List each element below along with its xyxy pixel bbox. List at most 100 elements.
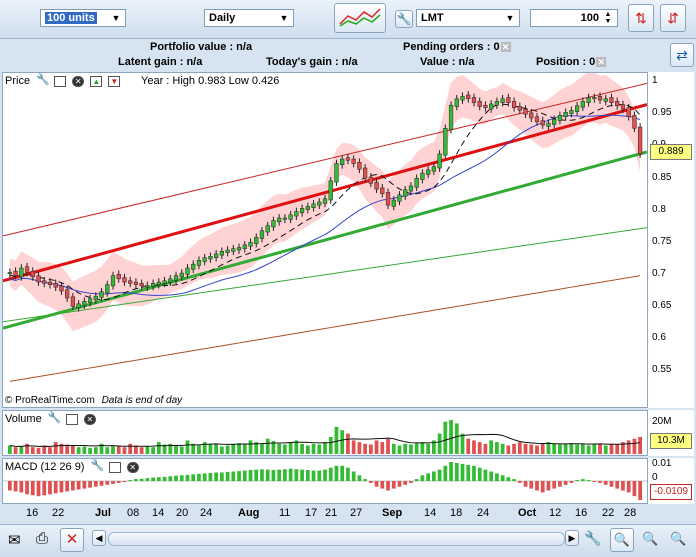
- volume-bar: [283, 444, 287, 454]
- volume-bar: [368, 444, 373, 454]
- spinner-icon: ▲ ▼: [604, 11, 612, 25]
- macd-histogram-bar: [506, 477, 511, 481]
- candlestick-chart-icon: [339, 8, 381, 27]
- volume-bar: [454, 423, 459, 454]
- candle-body: [597, 95, 603, 101]
- symbol-select[interactable]: LMT ▼: [416, 9, 520, 27]
- candle-body: [202, 257, 207, 262]
- todays-gain: Today's gain : n/a: [266, 56, 358, 68]
- candle-body: [586, 97, 591, 103]
- cursor-off-icon[interactable]: ✕: [60, 528, 84, 552]
- print-icon[interactable]: ⎙: [36, 530, 48, 547]
- macd-histogram-bar: [363, 479, 367, 481]
- zoom-fit-icon[interactable]: 🔍: [610, 528, 634, 552]
- macd-histogram-bar: [76, 481, 81, 490]
- volume-bar: [265, 438, 270, 454]
- candle-body: [557, 115, 563, 121]
- candle-body: [24, 266, 30, 273]
- volume-bar: [558, 444, 562, 454]
- macd-zero-tick: 0: [652, 472, 658, 483]
- macd-histogram-bar: [237, 471, 241, 481]
- x-axis-label: 16: [575, 507, 588, 519]
- volume-bar: [472, 440, 476, 454]
- candle-body: [299, 208, 305, 214]
- macd-chart[interactable]: [3, 459, 647, 503]
- candle-body: [259, 230, 265, 239]
- close-icon[interactable]: ✕: [596, 57, 607, 68]
- macd-histogram-bar: [603, 481, 608, 485]
- macd-histogram-bar: [162, 476, 167, 481]
- close-icon[interactable]: ✕: [500, 42, 511, 53]
- volume-scale[interactable]: 20M 10.3M: [648, 410, 694, 456]
- volume-bar: [248, 440, 253, 454]
- macd-histogram-bar: [88, 481, 92, 488]
- macd-histogram-bar: [477, 467, 482, 481]
- candle-body: [150, 283, 156, 287]
- scroll-right-icon[interactable]: ▶: [565, 530, 579, 546]
- volume-bar: [71, 445, 75, 454]
- swap-arrows-icon[interactable]: ⇄: [670, 43, 694, 67]
- mail-icon[interactable]: ✉: [8, 531, 21, 549]
- wrench-icon[interactable]: 🔧: [395, 10, 413, 28]
- volume-bar: [552, 443, 557, 454]
- chevron-down-icon: ▼: [505, 13, 515, 23]
- candle-body: [603, 98, 608, 102]
- volume-bar: [517, 442, 522, 454]
- scroll-left-icon[interactable]: ◀: [92, 530, 106, 546]
- candle-body: [53, 283, 58, 288]
- macd-panel: MACD (12 26 9) 🔧 ✕: [2, 458, 648, 504]
- macd-histogram-bar: [99, 481, 104, 486]
- volume-bar: [317, 444, 322, 454]
- volume-bar: [151, 447, 155, 454]
- time-scrollbar[interactable]: [108, 532, 565, 546]
- pending-orders-group: Pending orders : 0 ✕: [403, 41, 511, 53]
- macd-histogram-bar: [294, 469, 299, 481]
- candle-body: [523, 108, 528, 115]
- volume-bar: [426, 443, 430, 454]
- chart-style-button[interactable]: [334, 3, 386, 33]
- candle-body: [254, 236, 259, 244]
- quantity-select[interactable]: 100 units ▼: [40, 9, 126, 27]
- last-price-label: 0.889: [650, 144, 692, 160]
- volume-bar: [615, 444, 620, 454]
- macd-histogram-bar: [546, 481, 551, 491]
- candle-body: [305, 206, 310, 210]
- buy-order-icon[interactable]: ⇅: [628, 4, 654, 32]
- bottom-toolbar: ✉ ⎙ ✕ ◀ ▶ 🔧 🔍 🔍 🔍: [0, 524, 696, 557]
- volume-bar: [174, 445, 178, 454]
- candle-body: [179, 272, 184, 278]
- volume-bar: [523, 443, 528, 454]
- price-chart[interactable]: [3, 73, 647, 407]
- macd-histogram-bar: [260, 469, 264, 481]
- macd-histogram-bar: [626, 481, 631, 493]
- price-scale[interactable]: 10.950.90.850.80.750.70.650.60.55 0.889: [648, 72, 694, 408]
- macd-histogram-bar: [443, 465, 448, 481]
- volume-bar: [603, 445, 608, 454]
- period-select[interactable]: Daily ▼: [204, 9, 294, 27]
- x-axis-label: 22: [602, 507, 615, 519]
- volume-bar: [111, 446, 115, 454]
- macd-histogram-bar: [277, 469, 282, 481]
- candle-body: [87, 298, 93, 303]
- macd-histogram-bar: [271, 469, 276, 481]
- volume-bar: [540, 443, 545, 454]
- macd-histogram-bar: [580, 479, 585, 481]
- macd-histogram-bar: [71, 481, 75, 491]
- wrench-icon[interactable]: 🔧: [584, 530, 601, 547]
- volume-bar: [42, 445, 47, 454]
- candle-body: [437, 153, 442, 169]
- zoom-out-icon[interactable]: 🔍: [670, 531, 686, 547]
- order-quantity-field[interactable]: 100 ▲ ▼: [530, 9, 618, 27]
- macd-histogram-bar: [391, 481, 396, 489]
- candle-body: [632, 115, 637, 129]
- zoom-in-icon[interactable]: 🔍: [642, 531, 658, 547]
- volume-bar: [134, 445, 138, 454]
- sell-order-icon[interactable]: ⇵: [660, 4, 686, 32]
- eod-note: Data is end of day: [101, 395, 183, 406]
- regression-line-green: [3, 150, 647, 330]
- volume-bar: [116, 445, 121, 454]
- candle-body: [340, 158, 345, 166]
- candle-body: [638, 126, 643, 155]
- macd-scale[interactable]: 0.01 0 -0.0109: [648, 458, 694, 504]
- volume-chart[interactable]: [3, 411, 647, 455]
